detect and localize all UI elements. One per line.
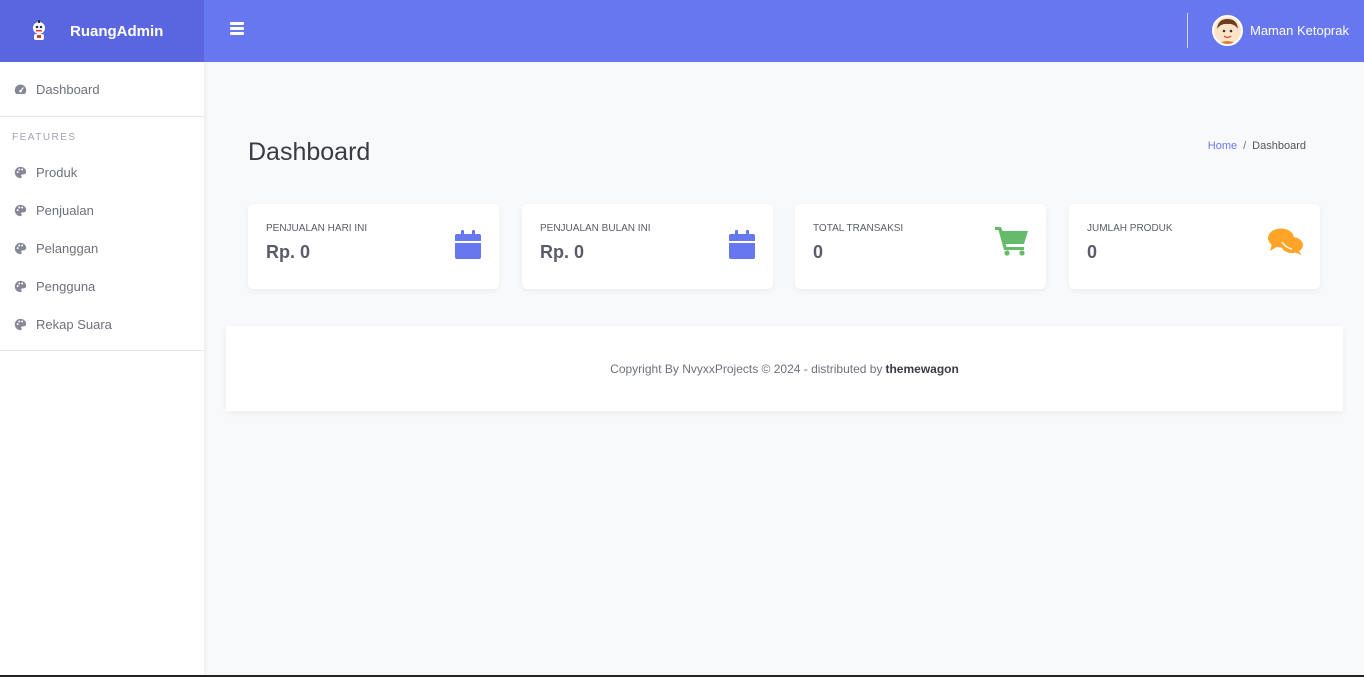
comments-icon: [1268, 228, 1303, 261]
stat-card-penjualan-hari-ini: PENJUALAN HARI INI Rp. 0: [248, 204, 499, 289]
sidebar-item-rekap-suara[interactable]: Rekap Suara: [0, 305, 204, 343]
sidebar-item-produk[interactable]: Produk: [0, 153, 204, 191]
sidebar-brand[interactable]: RuangAdmin: [0, 0, 204, 62]
stat-card-value: 0: [1087, 242, 1098, 262]
sidebar-item-label: Produk: [36, 164, 78, 180]
sidebar-item-label: Pelanggan: [36, 240, 99, 256]
footer-copyright: Copyright By NvyxxProjects © 2024 - dist…: [610, 361, 883, 376]
palette-icon: [14, 166, 27, 179]
stat-card-value: 0: [813, 242, 824, 262]
stat-card-value: Rp. 0: [266, 242, 311, 262]
sidebar-item-pelanggan[interactable]: Pelanggan: [0, 229, 204, 267]
palette-icon: [14, 280, 27, 293]
breadcrumb-separator: /: [1243, 140, 1247, 152]
sidebar-item-label: Dashboard: [36, 81, 100, 97]
avatar: [1212, 14, 1243, 46]
page-title: Dashboard: [248, 138, 371, 166]
sidebar-item-pengguna[interactable]: Pengguna: [0, 267, 204, 305]
sidebar-item-dashboard[interactable]: Dashboard: [0, 70, 204, 108]
stat-card-label: PENJUALAN BULAN INI: [540, 223, 651, 234]
shopping-cart-icon: [995, 226, 1029, 261]
footer-themewagon-link[interactable]: themewagon: [885, 362, 958, 376]
calendar-icon: [729, 230, 755, 265]
sidebar-item-label: Rekap Suara: [36, 316, 112, 332]
stat-card-total-transaksi: TOTAL TRANSAKSI 0: [795, 204, 1046, 289]
breadcrumb-current: Dashboard: [1252, 140, 1306, 152]
calendar-icon: [455, 230, 481, 265]
breadcrumb-home-link[interactable]: Home: [1208, 140, 1237, 152]
topbar-divider: [1187, 13, 1188, 48]
sidebar-heading-features: FEATURES: [12, 132, 77, 143]
stat-card-penjualan-bulan-ini: PENJUALAN BULAN INI Rp. 0: [522, 204, 773, 289]
stat-card-label: TOTAL TRANSAKSI: [813, 223, 904, 234]
user-name: Maman Ketoprak: [1250, 22, 1349, 38]
robot-icon: [28, 20, 50, 42]
stat-card-jumlah-produk: JUMLAH PRODUK 0: [1069, 204, 1320, 289]
palette-icon: [14, 318, 27, 331]
sidebar: RuangAdmin Dashboard FEATURES Produk Pen…: [0, 0, 204, 675]
stat-card-label: PENJUALAN HARI INI: [266, 223, 368, 234]
hamburger-icon[interactable]: [230, 22, 244, 35]
brand-name: RuangAdmin: [70, 22, 164, 40]
sidebar-divider: [0, 350, 204, 351]
stat-card-label: JUMLAH PRODUK: [1087, 223, 1173, 234]
sidebar-item-label: Pengguna: [36, 278, 96, 294]
topbar: Maman Ketoprak: [204, 0, 1364, 62]
footer: Copyright By NvyxxProjects © 2024 - dist…: [226, 326, 1343, 411]
sidebar-item-label: Penjualan: [36, 202, 94, 218]
sidebar-item-penjualan[interactable]: Penjualan: [0, 191, 204, 229]
user-menu[interactable]: Maman Ketoprak: [1212, 14, 1349, 46]
dashboard-gauge-icon: [14, 83, 27, 96]
breadcrumb: Home / Dashboard: [1208, 140, 1306, 152]
palette-icon: [14, 204, 27, 217]
stat-card-value: Rp. 0: [540, 242, 585, 262]
palette-icon: [14, 242, 27, 255]
